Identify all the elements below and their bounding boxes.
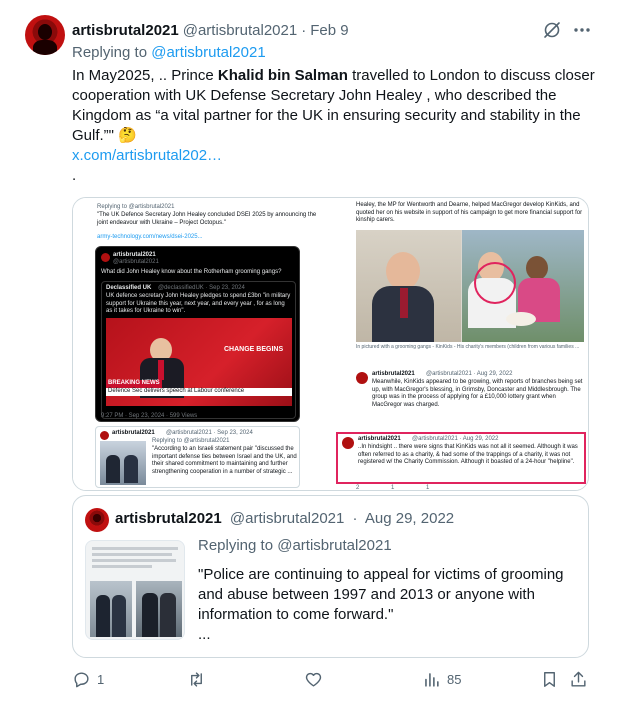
quote-text-body: "Police are continuing to appeal for vic… [198, 566, 564, 623]
reply-button[interactable]: 1 [72, 668, 104, 690]
labour-conference-image: CHANGE BEGINS BREAKING NEWS Defence Sec … [106, 318, 292, 406]
kinkids-photo [356, 230, 584, 342]
change-begins-text: CHANGE BEGINS [224, 346, 284, 353]
replying-prefix: Replying to [72, 44, 148, 61]
tweet-date[interactable]: Feb 9 [310, 22, 348, 39]
media-left-replying: Replying to @artisbrutal2021 [97, 204, 175, 210]
news-ticker: Defence Sec delivers speech at Labour co… [106, 388, 292, 396]
embedded-reply-replying: Replying to @artisbrutal2021 [152, 438, 230, 444]
highlighted-post-meta: @artisbrutal2021 · Aug 29, 2022 [412, 436, 499, 442]
views-button[interactable]: 85 [422, 668, 461, 690]
embedded-reply-text: "According to an Israeli statement pair … [152, 446, 297, 475]
embedded-post-1: artisbrutal2021 @artisbrutal2021 · Aug 2… [356, 368, 584, 430]
reply-count: 1 [97, 671, 105, 687]
highlighted-post-avatar [342, 437, 354, 449]
author-name[interactable]: artisbrutal2021 [72, 22, 179, 39]
embedded-question: What did John Healey know about the Roth… [101, 269, 282, 275]
embedded-reply: artisbrutal2021 @artisbrutal2021 · Sep 2… [95, 426, 300, 488]
declassified-text: UK defence secretary John Healey pledges… [106, 293, 291, 314]
embedded-reply-name: artisbrutal2021 [112, 430, 155, 436]
media-image-left[interactable]: Replying to @artisbrutal2021 "The UK Def… [73, 198, 330, 490]
embedded-retweet-count: 1 [391, 485, 395, 491]
separator: · [301, 21, 307, 39]
tweet-text-part1: In May2025, .. Prince [72, 67, 218, 84]
views-count: 85 [447, 671, 462, 687]
quote-thumbnail[interactable] [85, 540, 185, 640]
media-image-right[interactable]: Healey, the MP for Wentworth and Dearne,… [332, 198, 588, 491]
share-icon [571, 671, 586, 687]
like-button[interactable] [304, 668, 329, 690]
embedded-counts: 2 1 1 [356, 485, 430, 491]
tweet-trailing: . [72, 167, 77, 184]
highlighted-post: artisbrutal2021 @artisbrutal2021 · Aug 2… [336, 432, 586, 484]
embedded-timestamp: 9:27 PM · Sep 23, 2024 · 599 Views [101, 413, 198, 419]
quoted-tweet[interactable]: artisbrutal2021 @artisbrutal2021 · Aug 2… [72, 495, 589, 658]
quote-author-handle: @artisbrutal2021 [229, 510, 345, 527]
avatar[interactable] [25, 15, 65, 55]
quote-text: "Police are continuing to appeal for vic… [198, 565, 578, 645]
quote-replying: Replying to @artisbrutal2021 [198, 537, 392, 554]
retweet-icon [191, 671, 202, 687]
media-right-top-text: Healey, the MP for Wentworth and Dearne,… [356, 202, 583, 223]
embedded-post-1-meta: @artisbrutal2021 · Aug 29, 2022 [426, 371, 513, 377]
quote-avatar [85, 508, 109, 532]
embedded-reply-photo [100, 441, 146, 485]
embedded-avatar [101, 253, 110, 262]
reply-icon [74, 671, 89, 687]
declassified-handle: @declassifiedUK · Sep 23, 2024 [158, 285, 245, 291]
replying-to: Replying to @artisbrutal2021 [72, 44, 266, 61]
quote-date: Aug 29, 2022 [364, 510, 455, 527]
embedded-reply-meta: @artisbrutal2021 · Sep 23, 2024 [166, 430, 253, 436]
bookmark-icon [544, 671, 555, 687]
more-icon[interactable] [572, 20, 592, 40]
quote-ellipsis: ... [198, 626, 211, 643]
tweet-text: In May2025, .. Prince Khalid bin Salman … [72, 66, 602, 186]
breaking-news-label: BREAKING NEWS [106, 380, 162, 388]
tweet[interactable]: artisbrutal2021 @artisbrutal2021 · Feb 9… [0, 0, 629, 709]
media-left-link: army-technology.com/news/dsei-2025... [97, 234, 203, 240]
embedded-handle: @artisbrutal2021 [113, 259, 159, 265]
analytics-icon [425, 672, 439, 687]
action-bar: 1 85 [72, 668, 592, 690]
highlighted-post-text: ..In hindsight .. there were signs that … [358, 444, 578, 465]
media-left-text: "The UK Defence Secretary John Healey co… [97, 212, 317, 226]
embedded-post-1-text: Meanwhile, KinKids appeared to be growin… [372, 379, 583, 408]
tweet-link[interactable]: x.com/artisbrutal202… [72, 147, 222, 164]
embedded-reply-avatar [100, 431, 109, 440]
embedded-quote: Declassified UK @declassifiedUK · Sep 23… [101, 281, 296, 419]
embedded-like-count: 1 [426, 485, 430, 491]
quote-header: artisbrutal2021 @artisbrutal2021 · Aug 2… [115, 510, 454, 527]
retweet-button[interactable] [187, 668, 212, 690]
share-button[interactable] [569, 668, 588, 690]
embedded-dark-tweet: artisbrutal2021 @artisbrutal2021 What di… [95, 246, 300, 422]
replying-target-link[interactable]: @artisbrutal2021 [151, 44, 265, 61]
bookmark-button[interactable] [540, 668, 559, 690]
photo-caption: In pictured with a grooming gangs - KinK… [356, 344, 580, 350]
quote-author-name: artisbrutal2021 [115, 510, 222, 527]
thinking-emoji: 🤔 [118, 127, 137, 144]
grok-icon[interactable] [542, 20, 562, 40]
embedded-post-1-avatar [356, 372, 368, 384]
tweet-header: artisbrutal2021 @artisbrutal2021 · Feb 9 [72, 20, 349, 40]
tweet-text-bold: Khalid bin Salman [217, 67, 348, 84]
declassified-name: Declassified UK [106, 285, 152, 291]
highlighted-post-name: artisbrutal2021 [358, 436, 401, 442]
quote-separator: · [352, 510, 358, 527]
embedded-post-1-name: artisbrutal2021 [372, 371, 415, 377]
heart-icon [305, 672, 322, 687]
media-attachment[interactable]: Replying to @artisbrutal2021 "The UK Def… [72, 197, 589, 491]
author-handle[interactable]: @artisbrutal2021 [183, 22, 297, 39]
embedded-reply-count: 2 [356, 485, 360, 491]
